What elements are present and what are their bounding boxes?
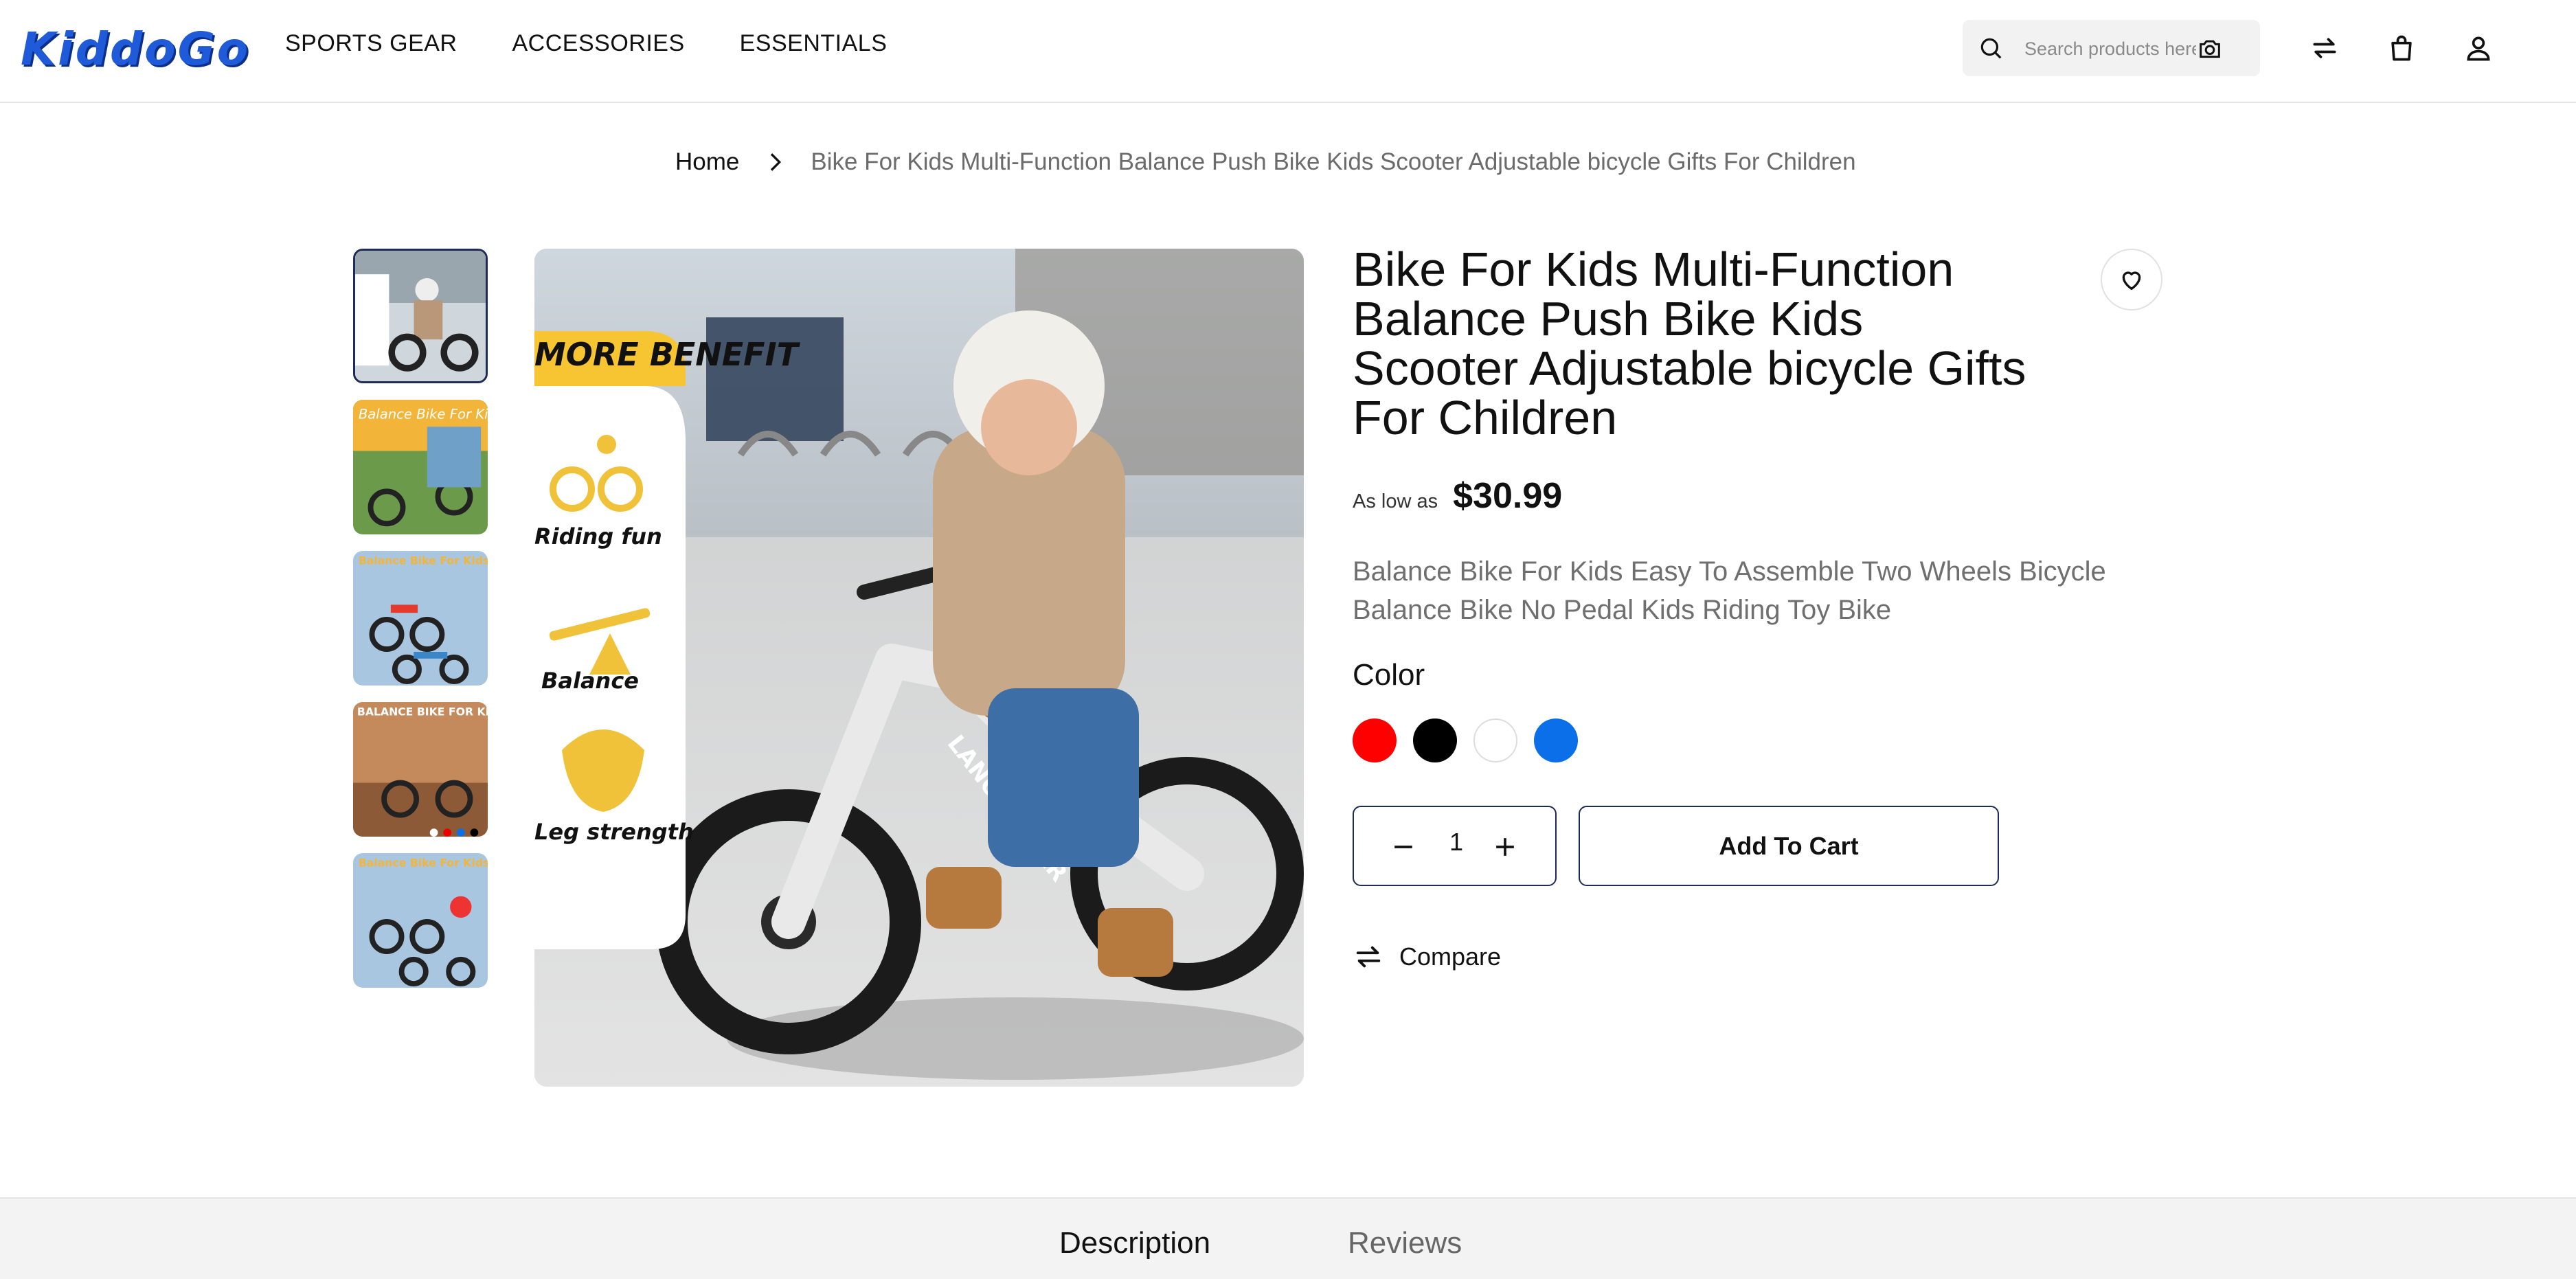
tab-description[interactable]: Description (1059, 1226, 1210, 1260)
product-short-description: Balance Bike For Kids Easy To Assemble T… (1353, 556, 2106, 625)
color-label: Color (1353, 658, 1425, 692)
price-label: As low as (1353, 490, 1438, 512)
nav-essentials[interactable]: ESSENTIALS (740, 30, 888, 57)
color-swatch-white[interactable] (1473, 718, 1517, 762)
product-price: $30.99 (1453, 476, 1563, 516)
thumbnail-3[interactable]: Balance Bike For Kids (353, 551, 488, 686)
add-to-cart-button[interactable]: Add To Cart (1579, 806, 1999, 886)
breadcrumb-home[interactable]: Home (675, 148, 739, 176)
minus-icon[interactable] (1388, 832, 1419, 862)
benefit-leg-strength: Leg strength (534, 819, 694, 845)
thumbnail-5[interactable]: Balance Bike For Kids (353, 853, 488, 988)
thumbnail-2-label: Balance Bike For Kids (359, 406, 488, 422)
user-account-icon[interactable] (2463, 33, 2494, 63)
color-swatch-black[interactable] (1413, 718, 1457, 762)
product-tabs: Description Reviews (0, 1197, 2576, 1279)
main-product-image[interactable]: LANOVAGEAR MORE BENEFIT Riding fun Balan… (534, 249, 1304, 1087)
price-row: As low as $30.99 (1353, 475, 1562, 517)
chevron-right-icon (771, 153, 782, 171)
compare-icon (1356, 946, 1381, 968)
nav-sports-gear[interactable]: SPORTS GEAR (285, 30, 457, 57)
breadcrumb-current: Bike For Kids Multi-Function Balance Pus… (811, 148, 1856, 175)
product-title: Bike For Kids Multi-Function Balance Pus… (1353, 242, 2026, 444)
quantity-stepper: 1 (1353, 806, 1557, 886)
quantity-value[interactable]: 1 (1436, 828, 1476, 857)
search-box (1963, 20, 2260, 76)
breadcrumb: Home Bike For Kids Multi-Function Balanc… (675, 148, 1856, 176)
compare-link[interactable]: Compare (1353, 941, 1501, 973)
thumbnail-4-label: BALANCE BIKE FOR KIDS (357, 705, 488, 718)
benefit-balance: Balance (541, 668, 639, 694)
nav-accessories[interactable]: ACCESSORIES (512, 30, 685, 57)
thumbnail-5-label: Balance Bike For Kids (359, 857, 488, 870)
brand-logo[interactable]: KiddoGo (21, 21, 250, 78)
compare-label: Compare (1399, 942, 1502, 971)
thumbnail-3-label: Balance Bike For Kids (359, 554, 488, 567)
search-input[interactable] (2023, 34, 2197, 64)
color-swatch-blue[interactable] (1534, 718, 1578, 762)
compare-arrows-icon[interactable] (2309, 33, 2340, 63)
benefit-riding-fun: Riding fun (534, 523, 662, 550)
shopping-bag-icon[interactable] (2386, 33, 2417, 63)
benefit-banner-title: MORE BENEFIT (534, 336, 801, 373)
site-header: KiddoGo SPORTS GEAR ACCESSORIES ESSENTIA… (0, 0, 2576, 103)
search-icon[interactable] (1978, 35, 2004, 61)
heart-icon (2122, 271, 2141, 290)
thumbnail-4[interactable]: BALANCE BIKE FOR KIDS (353, 702, 488, 837)
camera-search-icon[interactable] (2196, 35, 2224, 63)
wishlist-button[interactable] (2101, 249, 2162, 310)
plus-icon[interactable] (1490, 832, 1520, 862)
color-swatch-red[interactable] (1353, 718, 1397, 762)
thumbnail-2[interactable]: Balance Bike For Kids (353, 400, 488, 534)
tab-reviews[interactable]: Reviews (1348, 1226, 1462, 1260)
thumbnail-1[interactable] (353, 249, 488, 383)
main-nav: SPORTS GEAR ACCESSORIES ESSENTIALS (285, 30, 887, 57)
